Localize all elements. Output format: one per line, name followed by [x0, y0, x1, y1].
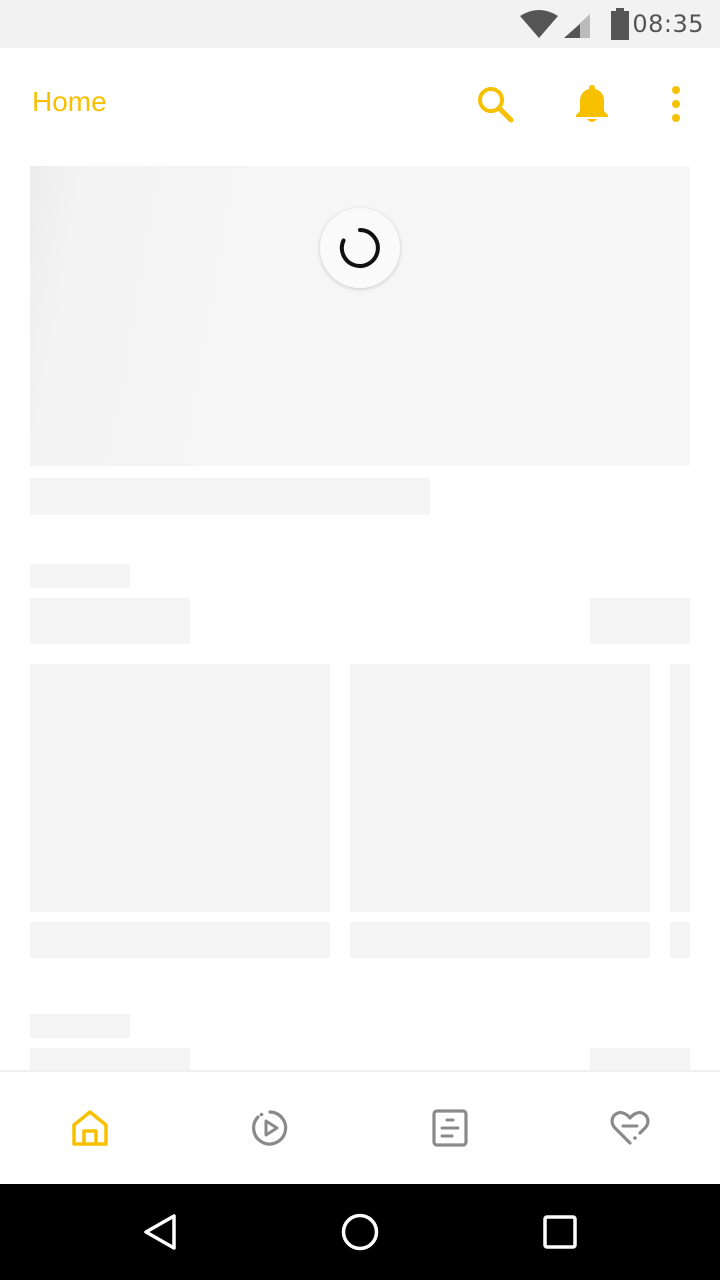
section-label-placeholder: [30, 1014, 130, 1038]
play-circle-icon: [252, 1110, 288, 1146]
bottom-navigation: [0, 1070, 720, 1184]
section-title-placeholder: [30, 598, 190, 644]
status-time: 08:35: [632, 10, 704, 38]
notifications-button[interactable]: [564, 76, 620, 132]
card-placeholder: [30, 664, 330, 912]
nav-item-favorites[interactable]: [600, 1098, 660, 1158]
title-placeholder: [30, 478, 430, 515]
card-caption-placeholder: [350, 922, 650, 958]
nav-item-videos[interactable]: [240, 1098, 300, 1158]
more-vert-icon: [672, 86, 680, 122]
wifi-icon: [520, 10, 558, 38]
more-options-button[interactable]: [648, 76, 704, 132]
section-label-placeholder: [30, 564, 130, 588]
back-icon: [144, 1214, 176, 1250]
nav-item-home[interactable]: [60, 1098, 120, 1158]
section-action-placeholder: [590, 598, 690, 644]
system-home-button[interactable]: [336, 1208, 384, 1256]
system-recents-button[interactable]: [536, 1208, 584, 1256]
card-placeholder: [350, 664, 650, 912]
loading-spinner: [320, 208, 400, 288]
search-icon: [478, 87, 514, 123]
list-icon: [432, 1109, 468, 1147]
recents-icon: [543, 1215, 577, 1249]
card-placeholder: [670, 664, 690, 912]
system-back-button[interactable]: [136, 1208, 184, 1256]
card-caption-placeholder: [30, 922, 330, 958]
nav-item-list[interactable]: [420, 1098, 480, 1158]
card-caption-placeholder: [670, 922, 690, 958]
bell-icon: [576, 85, 608, 122]
home-circle-icon: [341, 1213, 379, 1251]
section-title-placeholder: [30, 1048, 190, 1070]
search-button[interactable]: [467, 76, 523, 132]
section-action-placeholder: [590, 1048, 690, 1070]
cell-signal-icon: [564, 14, 590, 38]
loading-spinner-icon: [339, 228, 380, 268]
home-icon: [72, 1110, 108, 1146]
system-navigation-bar: [0, 1184, 720, 1280]
battery-icon: [611, 8, 629, 40]
app-bar: Home: [0, 48, 720, 160]
status-bar: 08:35: [0, 0, 720, 48]
heart-icon: [610, 1111, 650, 1145]
page-title: Home: [32, 86, 107, 117]
